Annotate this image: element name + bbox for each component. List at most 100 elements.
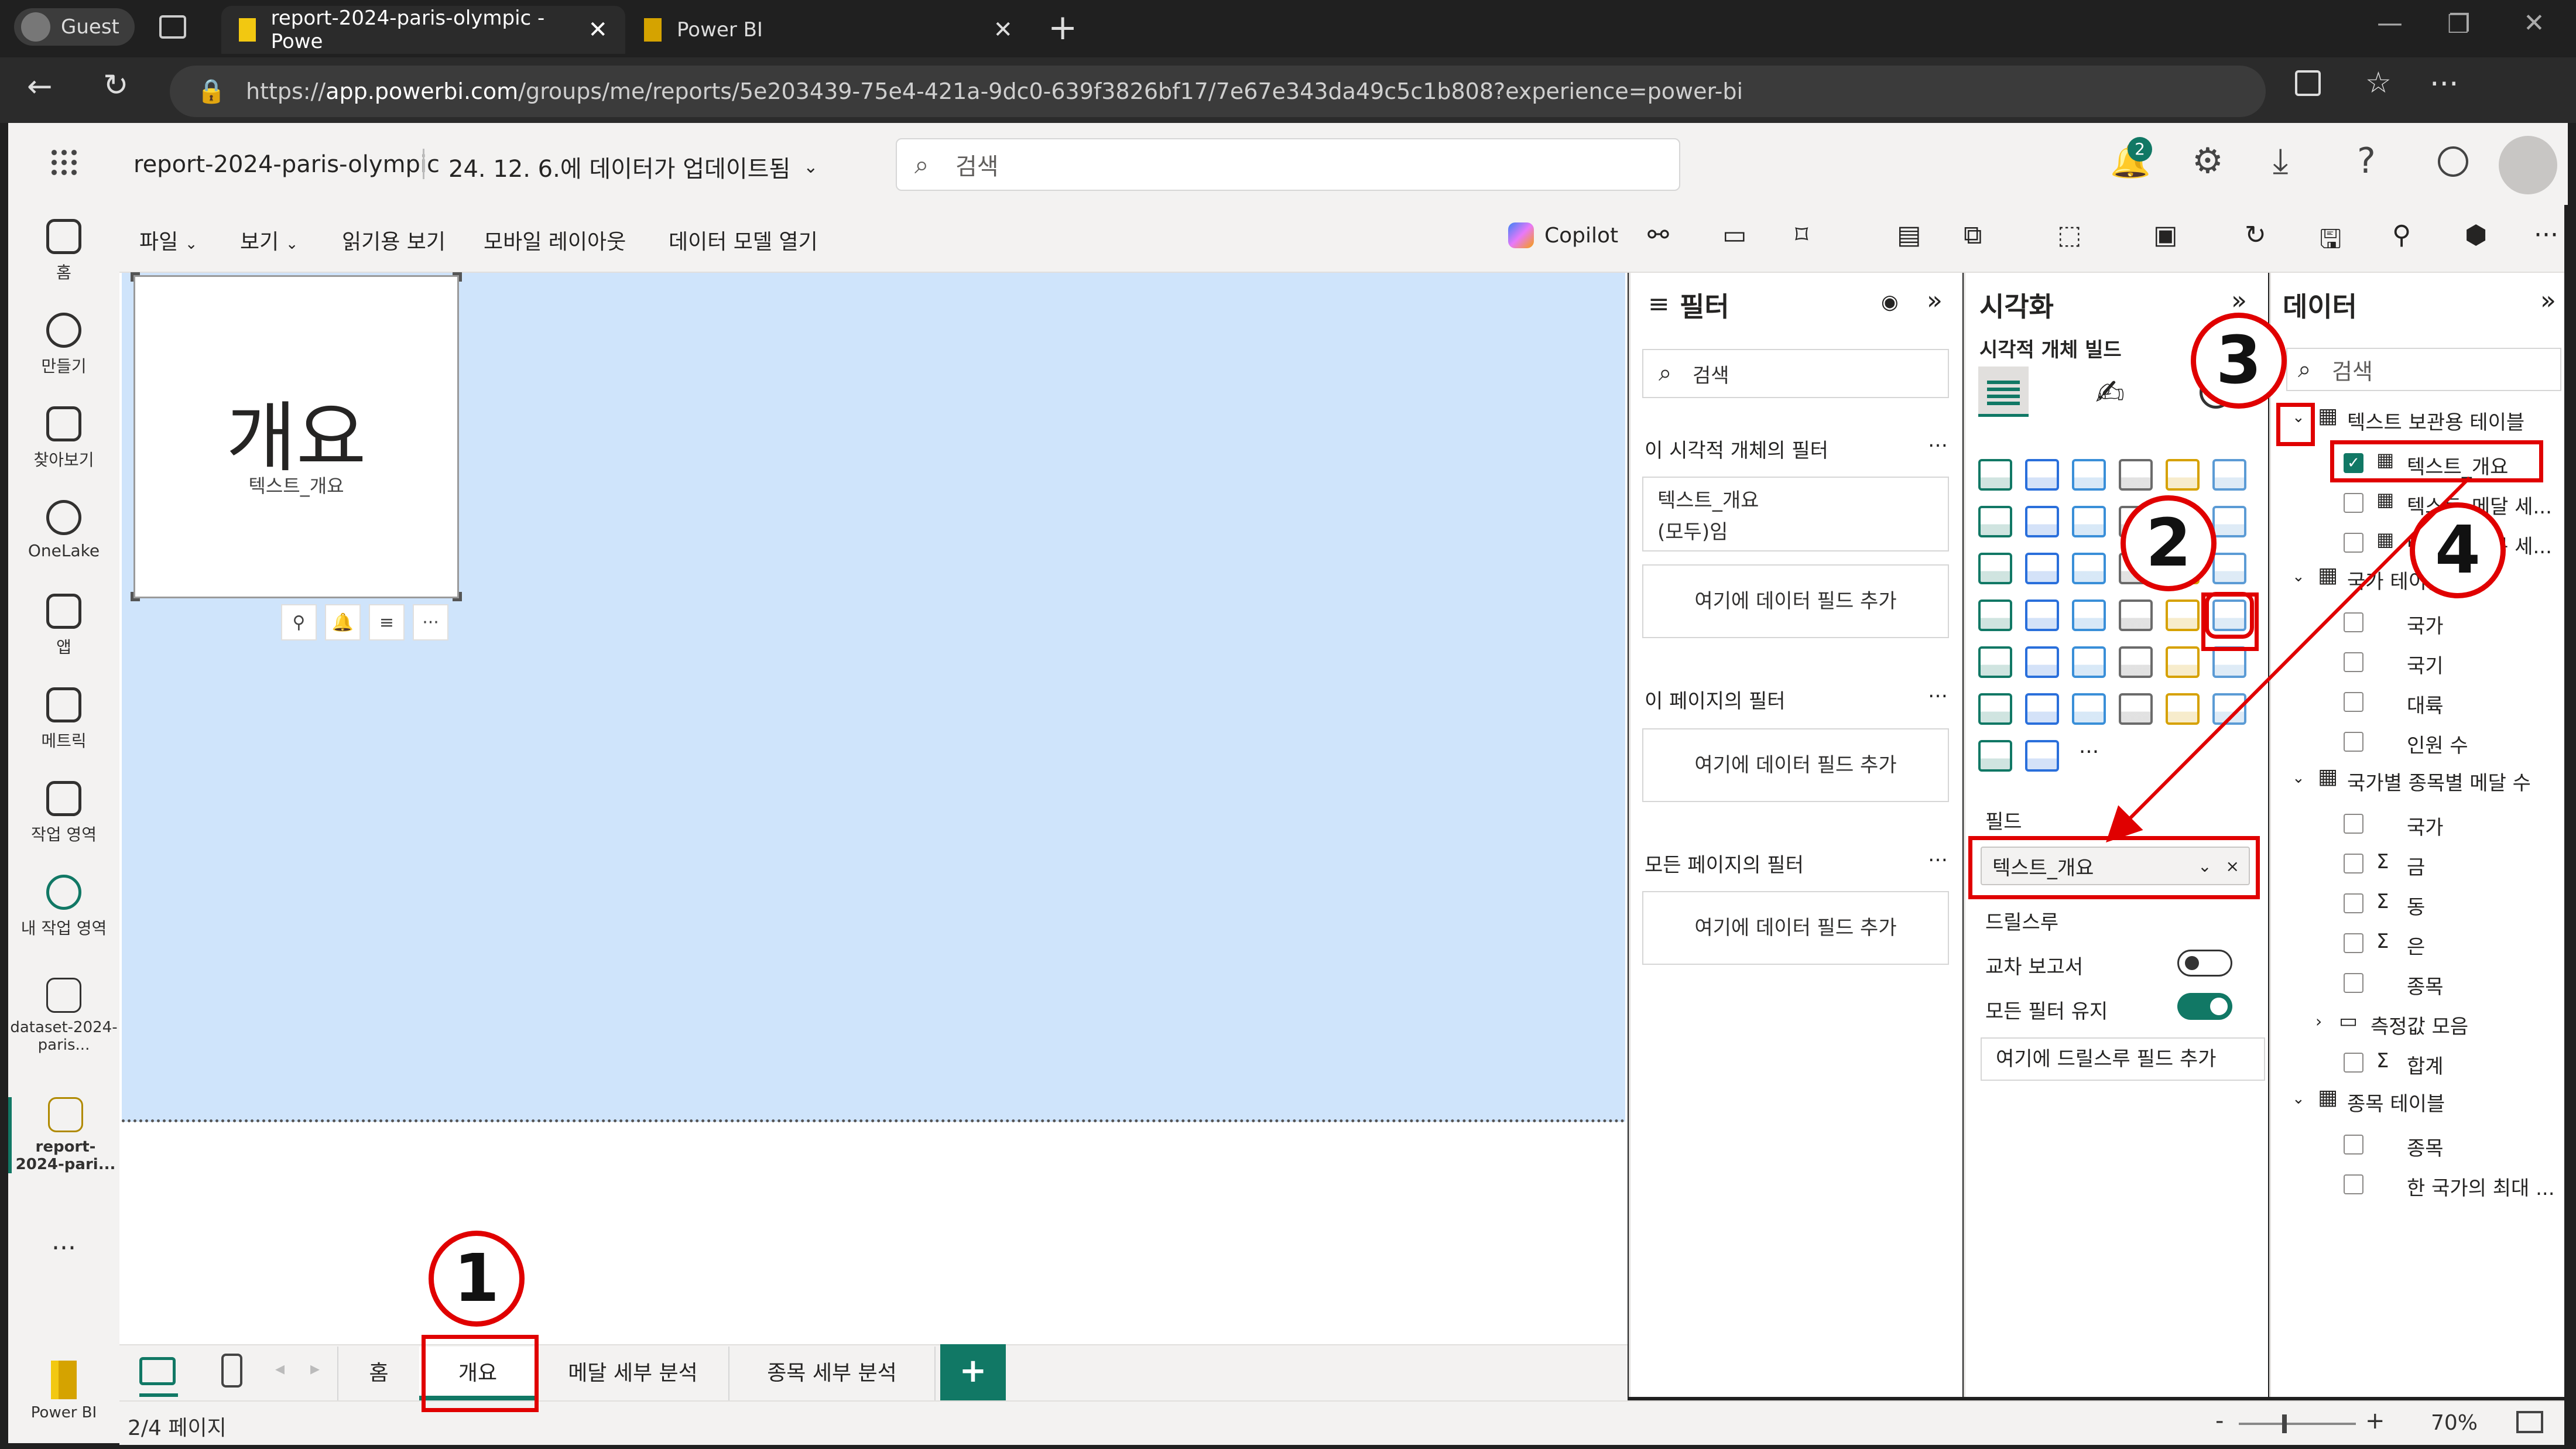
field-name[interactable]: 대륙 [2407, 690, 2444, 718]
bell-icon[interactable]: 🔔 [325, 604, 361, 640]
page-tab-event-analysis[interactable]: 종목 세부 분석 [728, 1347, 936, 1400]
more-options-icon[interactable]: … [1928, 843, 1948, 866]
collapse-pane-icon[interactable]: » [2231, 286, 2247, 316]
window-close-icon[interactable]: ✕ [2523, 8, 2545, 38]
filter-icon[interactable]: ≡ [369, 604, 405, 640]
page-tab-medal-analysis[interactable]: 메달 세부 분석 [536, 1347, 728, 1400]
field-checkbox[interactable] [2344, 612, 2363, 632]
visual-type-icon[interactable] [2025, 506, 2059, 537]
add-page-filter-field[interactable]: 여기에 데이터 필드 추가 [1642, 728, 1949, 802]
table-name[interactable]: 텍스트 보관용 테이블 [2347, 406, 2524, 435]
visual-type-icon[interactable] [2212, 693, 2246, 725]
visual-type-icon[interactable] [2166, 646, 2200, 678]
binoculars-icon[interactable]: ⚯ [1647, 220, 1669, 250]
report-name[interactable]: report-2024-paris-olympic [133, 151, 440, 178]
field-name[interactable]: 동 [2407, 891, 2425, 920]
next-page-icon[interactable]: ▸ [310, 1357, 320, 1379]
resize-handle[interactable] [453, 272, 462, 282]
desktop-layout-icon[interactable] [139, 1357, 176, 1385]
menu-reading-view[interactable]: 읽기용 보기 [342, 225, 446, 255]
field-name[interactable]: 종목 [2407, 1132, 2444, 1161]
visual-type-icon[interactable] [2119, 459, 2153, 491]
build-visual-tab[interactable] [1978, 366, 2029, 417]
pin-icon[interactable]: ⚲ [2392, 220, 2411, 250]
visual-type-icon[interactable] [2025, 740, 2059, 772]
visual-type-icon[interactable] [2072, 506, 2106, 537]
nav-powerbi[interactable]: Power BI [8, 1361, 119, 1421]
table-name[interactable]: 국가별 종목별 메달 수 [2347, 767, 2531, 796]
field-name[interactable]: 은 [2407, 931, 2425, 960]
visual-type-icon[interactable] [2072, 459, 2106, 491]
nav-onelake[interactable]: OneLake [8, 500, 119, 560]
close-icon[interactable]: ✕ [993, 16, 1013, 43]
minimize-icon[interactable]: — [2377, 8, 2403, 38]
refresh-status-dropdown[interactable]: 24. 12. 6.에 데이터가 업데이트됨 ⌄ [448, 150, 818, 184]
field-name[interactable]: 국가 [2407, 811, 2444, 840]
field-checkbox[interactable] [2344, 493, 2363, 513]
field-checkbox[interactable] [2344, 1053, 2363, 1073]
menu-view[interactable]: 보기 ⌄ [240, 225, 299, 255]
teams-icon[interactable]: ⬢ [2465, 220, 2487, 250]
field-checkbox[interactable] [2344, 732, 2363, 752]
filters-search-input[interactable]: ⌕ 검색 [1642, 349, 1949, 398]
url-field[interactable]: 🔒 https://app.powerbi.com/groups/me/repo… [170, 66, 2266, 117]
visual-type-icon[interactable] [2119, 693, 2153, 725]
resize-handle[interactable] [131, 592, 140, 601]
more-options-icon[interactable]: ··· [413, 604, 448, 640]
field-checkbox[interactable] [2344, 1174, 2363, 1194]
visual-type-icon[interactable] [2212, 459, 2246, 491]
page-tab-home[interactable]: 홈 [337, 1347, 419, 1400]
format-visual-icon[interactable]: ✍ [2095, 372, 2125, 413]
field-checkbox[interactable] [2344, 893, 2363, 913]
field-name[interactable]: 합계 [2407, 1050, 2444, 1079]
visual-type-icon[interactable] [2119, 600, 2153, 631]
bookmark-icon[interactable]: ⌑ [1795, 220, 1808, 250]
add-drillthrough-field[interactable]: 여기에 드릴스루 필드 추가 [1981, 1037, 2265, 1081]
field-checkbox[interactable] [2344, 854, 2363, 873]
refresh-icon[interactable]: ↻ [2245, 220, 2266, 250]
gear-icon[interactable]: ⚙ [2192, 141, 2224, 181]
help-icon[interactable]: ? [2357, 141, 2376, 181]
visual-type-icon[interactable] [2212, 506, 2246, 537]
copilot-button[interactable]: Copilot [1508, 222, 1618, 248]
table-name[interactable]: 종목 테이블 [2347, 1088, 2445, 1116]
visual-type-icon[interactable] [2166, 693, 2200, 725]
add-page-button[interactable]: + [940, 1344, 1006, 1400]
visual-type-icon[interactable] [1978, 646, 2012, 678]
present-icon[interactable]: ⬚ [2057, 220, 2082, 250]
data-search-input[interactable]: ⌕ 검색 [2286, 348, 2561, 391]
visual-type-icon[interactable] [2119, 646, 2153, 678]
nav-workspaces[interactable]: 작업 영역 [8, 781, 119, 845]
more-options-icon[interactable]: … [1928, 679, 1948, 703]
field-name[interactable]: 종목 [2407, 971, 2444, 999]
nav-report[interactable]: report-2024-pari... [8, 1097, 119, 1173]
eye-icon[interactable]: ◉ [1881, 290, 1899, 314]
nav-dataset[interactable]: dataset-2024-paris... [8, 978, 119, 1054]
prev-page-icon[interactable]: ◂ [275, 1357, 285, 1379]
visual-type-icon[interactable] [2072, 693, 2106, 725]
visual-type-icon[interactable] [1978, 506, 2012, 537]
folder-name[interactable]: 측정값 모음 [2371, 1010, 2468, 1039]
nav-metrics[interactable]: 메트릭 [8, 687, 119, 752]
visual-type-icon[interactable] [2072, 553, 2106, 584]
menu-mobile-layout[interactable]: 모바일 레이아웃 [484, 225, 626, 255]
field-checkbox[interactable] [2344, 533, 2363, 553]
nav-apps[interactable]: 앱 [8, 594, 119, 658]
browser-tab-report[interactable]: report-2024-paris-olympic - Powe ✕ [221, 6, 625, 54]
nav-browse[interactable]: 찾아보기 [8, 406, 119, 471]
zoom-out-icon[interactable]: - [2215, 1407, 2224, 1434]
visual-type-icon[interactable] [2072, 600, 2106, 631]
resize-handle[interactable] [453, 592, 462, 601]
browser-menu-icon[interactable]: ··· [2430, 67, 2459, 102]
visual-filter-card[interactable]: 텍스트_개요 (모두)임 [1642, 477, 1949, 551]
tab-actions-icon[interactable] [159, 15, 186, 39]
profile-button[interactable]: Guest [14, 8, 135, 46]
app-launcher-icon[interactable] [49, 148, 78, 177]
visual-type-icon[interactable] [2212, 553, 2246, 584]
notes-icon[interactable]: ▤ [1897, 220, 1921, 250]
nav-my-workspace[interactable]: 내 작업 영역 [8, 875, 119, 939]
fit-to-page-icon[interactable] [2516, 1411, 2543, 1433]
collapse-pane-icon[interactable]: » [2540, 286, 2556, 316]
visual-type-icon[interactable] [1978, 740, 2012, 772]
zoom-slider-thumb[interactable] [2282, 1414, 2287, 1433]
